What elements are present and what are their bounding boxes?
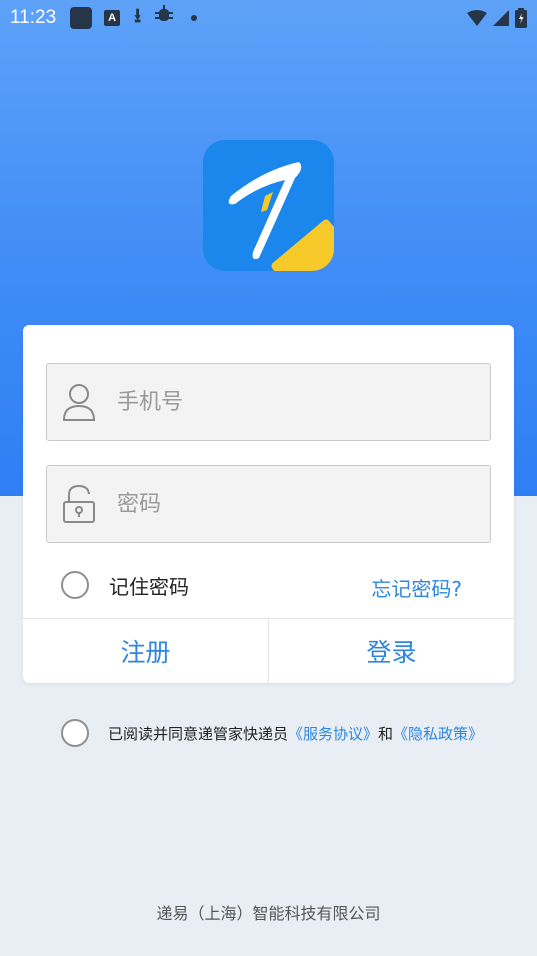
battery-icon [515,8,527,28]
accessibility-icon-label: A [108,12,117,24]
bug-icon [153,4,175,32]
agreement-prefix: 已阅读并同意递管家快递员 [108,724,289,743]
password-input[interactable] [117,491,457,517]
login-card: 记住密码 忘记密码? 注册 登录 [23,325,514,683]
signal-icon [493,10,509,26]
more-notifications-icon [191,15,198,21]
phone-field[interactable] [46,363,491,441]
register-button[interactable]: 注册 [23,619,268,683]
forgot-password-link[interactable]: 忘记密码? [371,573,462,602]
status-time: 11:23 [10,7,57,28]
user-icon [62,384,96,421]
password-field[interactable] [46,465,491,543]
agreement-text: 已阅读并同意递管家快递员《服务协议》和《隐私政策》 [108,723,483,744]
phone-input[interactable] [117,389,457,415]
app-logo [203,140,334,271]
agreement-row: 已阅读并同意递管家快递员《服务协议》和《隐私政策》 [61,718,483,748]
privacy-policy-link[interactable]: 《隐私政策》 [393,725,483,743]
download-icon: ⭳ [134,5,142,27]
agreement-and: 和 [378,724,394,743]
accessibility-icon: A [104,10,121,26]
action-buttons: 注册 登录 [23,618,514,683]
agreement-radio[interactable] [61,719,89,747]
service-agreement-link[interactable]: 《服务协议》 [288,725,378,743]
company-footer: 递易（上海）智能科技有限公司 [156,904,381,923]
login-button[interactable]: 登录 [268,619,514,683]
status-bar: 11:23 A ⭳ [0,0,537,36]
remember-password-label: 记住密码 [109,574,189,599]
unlock-icon [63,484,95,523]
notification-app-icon [70,7,93,29]
wifi-icon [467,10,487,26]
remember-password-radio[interactable] [61,571,89,599]
